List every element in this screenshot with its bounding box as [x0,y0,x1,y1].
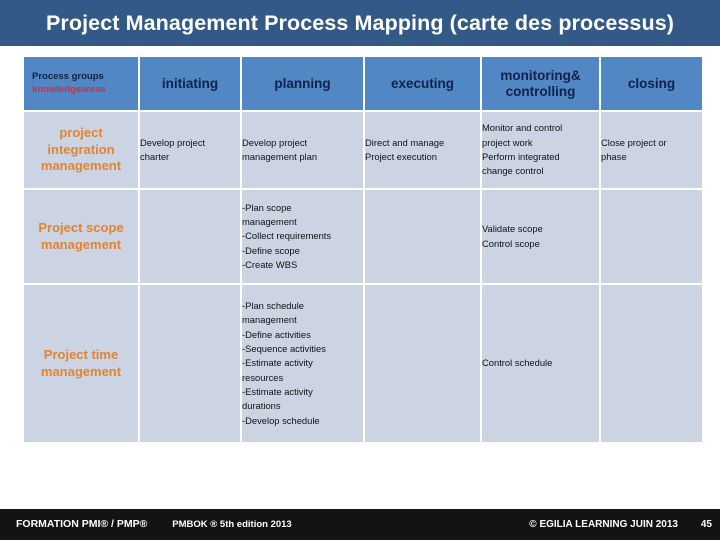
cell-integration-planning: Develop project management plan [242,112,363,188]
corner-knowledge-areas-label: knowledgeareas [32,83,106,95]
page-title: Project Management Process Mapping (cart… [45,11,675,35]
cell-scope-planning: -Plan scope management -Collect requirem… [242,190,363,283]
process-mapping-matrix: Process groups knowledgeareas initiating… [22,55,704,444]
monitoring-header-line2: controlling [505,83,576,99]
area-line: Project scope [38,219,124,235]
table-row: Project scope management -Plan scope man… [24,190,702,283]
slide-footer-bar: FORMATION PMI® / PMP® PMBOK ® 5th editio… [0,509,720,540]
column-header-planning: planning [242,57,363,110]
column-header-executing: executing [365,57,480,110]
footer-copyright: © EGILIA LEARNING JUIN 2013 [529,519,678,530]
cell-scope-monitoring: Validate scope Control scope [482,190,599,283]
area-line: management [40,236,122,252]
column-header-closing: closing [601,57,702,110]
cell-scope-initiating [140,190,240,283]
footer-left-group: FORMATION PMI® / PMP® PMBOK ® 5th editio… [16,509,292,540]
area-line: integration [47,141,115,157]
area-line: management [40,363,122,379]
cell-integration-closing: Close project or phase [601,112,702,188]
cell-time-planning: -Plan schedule management -Define activi… [242,285,363,442]
matrix-corner-header: Process groups knowledgeareas [24,57,138,110]
area-line: Project time [43,346,119,362]
footer-formation-label: FORMATION PMI® / PMP® [16,518,148,530]
column-header-monitoring-controlling: monitoring& controlling [482,57,599,110]
cell-integration-monitoring: Monitor and control project work Perform… [482,112,599,188]
footer-pmbok-label: PMBOK ® 5th edition 2013 [172,519,292,530]
cell-integration-initiating: Develop project charter [140,112,240,188]
row-label-project-time-management: Project time management [24,285,138,442]
cell-time-closing [601,285,702,442]
cell-time-executing [365,285,480,442]
table-row: Project time management -Plan schedule m… [24,285,702,442]
cell-scope-executing [365,190,480,283]
cell-time-monitoring: Control schedule [482,285,599,442]
column-header-initiating: initiating [140,57,240,110]
matrix-header-row: Process groups knowledgeareas initiating… [24,57,702,110]
row-label-project-integration-management: project integration management [24,112,138,188]
slide-title-bar: Project Management Process Mapping (cart… [0,0,720,46]
table-row: project integration management Develop p… [24,112,702,188]
cell-scope-closing [601,190,702,283]
area-line: project [59,124,103,140]
cell-time-initiating [140,285,240,442]
corner-process-groups-label: Process groups [32,70,104,82]
monitoring-header-line1: monitoring& [500,67,581,83]
cell-integration-executing: Direct and manage Project execution [365,112,480,188]
area-line: management [40,158,122,174]
slide-page-number: 45 [700,519,712,530]
row-label-project-scope-management: Project scope management [24,190,138,283]
